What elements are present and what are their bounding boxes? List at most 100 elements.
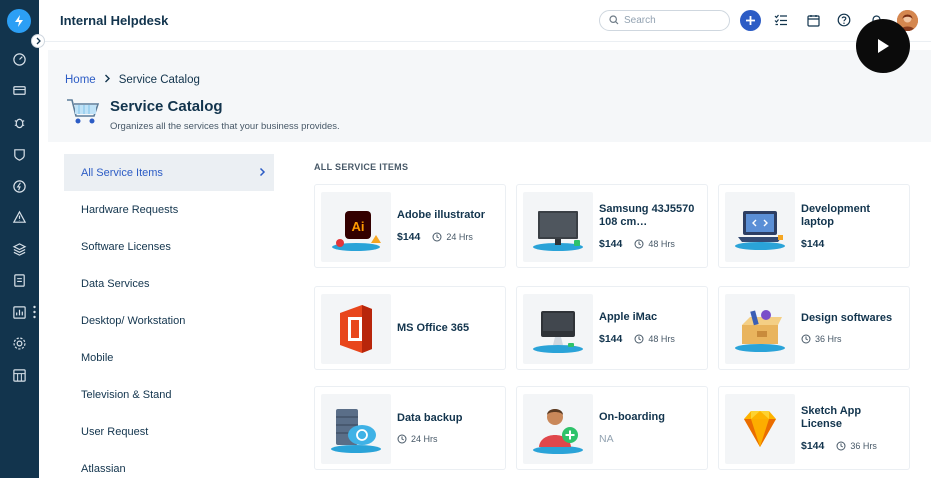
category-label: Atlassian bbox=[81, 462, 126, 475]
category-label: All Service Items bbox=[81, 166, 163, 179]
service-item-card[interactable]: Development laptop $144 bbox=[718, 184, 910, 268]
adobe-illustrator-icon: Ai bbox=[321, 192, 391, 262]
problems-bug-icon[interactable] bbox=[10, 113, 28, 131]
clock-icon bbox=[397, 434, 407, 444]
clock-icon bbox=[801, 334, 811, 344]
todo-list-icon[interactable] bbox=[773, 12, 789, 28]
user-add-icon bbox=[523, 394, 593, 464]
plus-icon bbox=[746, 16, 755, 25]
tickets-icon[interactable] bbox=[10, 81, 28, 99]
freshservice-logo-icon[interactable] bbox=[7, 9, 31, 33]
service-item-meta: $144 48 Hrs bbox=[599, 238, 701, 250]
section-heading: ALL SERVICE ITEMS bbox=[314, 162, 409, 172]
service-item-sla: 24 Hrs bbox=[432, 232, 473, 242]
service-item-name: Data backup bbox=[397, 412, 463, 424]
service-item-info: Data backup 24 Hrs bbox=[397, 387, 499, 469]
category-atlassian[interactable]: Atlassian bbox=[64, 450, 274, 478]
service-item-price: $144 bbox=[801, 237, 825, 250]
main-content: Home Service Catalog Service Catalog Org… bbox=[39, 42, 931, 478]
app-title: Internal Helpdesk bbox=[60, 13, 169, 28]
calendar-grid-icon[interactable] bbox=[10, 366, 28, 384]
service-item-meta: $144 48 Hrs bbox=[599, 333, 701, 345]
chevron-right-icon bbox=[104, 74, 111, 86]
service-item-price: $144 bbox=[599, 333, 623, 345]
alerts-warning-icon[interactable] bbox=[10, 208, 28, 226]
television-icon bbox=[523, 192, 593, 262]
category-hardware-requests[interactable]: Hardware Requests bbox=[64, 191, 274, 228]
reports-chart-icon[interactable] bbox=[10, 303, 28, 321]
service-item-info: Sketch App License $144 36 Hrs bbox=[801, 387, 903, 469]
page-title: Service Catalog bbox=[110, 98, 223, 115]
service-item-card[interactable]: Design softwares 36 Hrs bbox=[718, 286, 910, 370]
service-item-card[interactable]: Sketch App License $144 36 Hrs bbox=[718, 386, 910, 470]
page-subtitle: Organizes all the services that your bus… bbox=[110, 121, 340, 132]
category-all-service-items[interactable]: All Service Items bbox=[64, 154, 274, 191]
service-item-card[interactable]: Ai Adobe illustrator $144 24 Hrs bbox=[314, 184, 506, 268]
chevron-right-icon bbox=[259, 166, 266, 180]
category-desktop-workstation[interactable]: Desktop/ Workstation bbox=[64, 302, 274, 339]
design-box-icon bbox=[725, 294, 795, 364]
sla-text: 24 Hrs bbox=[446, 232, 473, 242]
category-television-stand[interactable]: Television & Stand bbox=[64, 376, 274, 413]
changes-shield-icon[interactable] bbox=[10, 145, 28, 163]
dashboard-icon[interactable] bbox=[10, 50, 28, 68]
service-item-meta: NA bbox=[599, 433, 701, 445]
more-options-icon[interactable] bbox=[33, 305, 36, 319]
category-data-services[interactable]: Data Services bbox=[64, 265, 274, 302]
service-item-name: MS Office 365 bbox=[397, 321, 470, 334]
category-mobile[interactable]: Mobile bbox=[64, 339, 274, 376]
service-item-card[interactable]: Apple iMac $144 48 Hrs bbox=[516, 286, 708, 370]
category-software-licenses[interactable]: Software Licenses bbox=[64, 228, 274, 265]
solutions-book-icon[interactable] bbox=[10, 271, 28, 289]
service-item-name: Development laptop bbox=[801, 202, 871, 228]
service-item-sla: 24 Hrs bbox=[397, 434, 438, 444]
category-label: Software Licenses bbox=[81, 240, 171, 253]
imac-icon bbox=[523, 294, 593, 364]
help-icon[interactable] bbox=[836, 12, 852, 28]
ms-office-icon bbox=[321, 294, 391, 364]
service-item-name: Adobe illustrator bbox=[397, 209, 486, 221]
sla-text: 48 Hrs bbox=[648, 334, 675, 344]
search-box[interactable] bbox=[599, 10, 730, 31]
service-item-name: On-boarding bbox=[599, 411, 665, 423]
admin-gear-icon[interactable] bbox=[10, 334, 28, 352]
service-item-sla: 36 Hrs bbox=[801, 334, 842, 344]
service-item-info: Development laptop $144 bbox=[801, 185, 903, 267]
service-item-card[interactable]: MS Office 365 bbox=[314, 286, 506, 370]
breadcrumb-home-link[interactable]: Home bbox=[65, 74, 96, 86]
category-list: All Service Items Hardware Requests Soft… bbox=[64, 154, 274, 478]
releases-bolt-icon[interactable] bbox=[10, 177, 28, 195]
breadcrumb-current: Service Catalog bbox=[118, 74, 200, 86]
play-icon bbox=[878, 39, 889, 53]
sla-text: 36 Hrs bbox=[815, 334, 842, 344]
calendar-icon[interactable] bbox=[805, 12, 821, 28]
search-input[interactable] bbox=[624, 15, 719, 26]
sla-text: 24 Hrs bbox=[411, 434, 438, 444]
category-user-request[interactable]: User Request bbox=[64, 413, 274, 450]
service-item-price-na: NA bbox=[599, 433, 614, 445]
service-item-price: $144 bbox=[801, 439, 825, 452]
sla-text: 36 Hrs bbox=[850, 440, 877, 451]
service-item-info: On-boarding NA bbox=[599, 387, 701, 469]
service-item-meta: 24 Hrs bbox=[397, 434, 499, 444]
collapse-nav-icon[interactable] bbox=[31, 34, 45, 48]
page-header: Home Service Catalog Service Catalog Org… bbox=[48, 50, 931, 142]
service-item-card[interactable]: Data backup 24 Hrs bbox=[314, 386, 506, 470]
search-icon bbox=[609, 12, 619, 30]
category-label: Desktop/ Workstation bbox=[81, 314, 186, 327]
service-item-card[interactable]: Samsung 43J5570 108 cm… $144 48 Hrs bbox=[516, 184, 708, 268]
service-item-info: MS Office 365 bbox=[397, 287, 499, 369]
service-item-info: Design softwares 36 Hrs bbox=[801, 287, 903, 369]
new-item-button[interactable] bbox=[740, 10, 761, 31]
service-item-sla: 36 Hrs bbox=[836, 441, 877, 451]
sla-text: 48 Hrs bbox=[648, 238, 675, 249]
play-video-button[interactable] bbox=[856, 19, 910, 73]
service-item-meta: $144 24 Hrs bbox=[397, 231, 499, 243]
service-item-sla: 48 Hrs bbox=[634, 334, 675, 344]
category-label: User Request bbox=[81, 425, 149, 438]
service-item-name: Apple iMac bbox=[599, 311, 658, 323]
service-item-price: $144 bbox=[397, 231, 421, 243]
service-item-card[interactable]: On-boarding NA bbox=[516, 386, 708, 470]
assets-layers-icon[interactable] bbox=[10, 240, 28, 258]
category-label: Television & Stand bbox=[81, 388, 172, 401]
